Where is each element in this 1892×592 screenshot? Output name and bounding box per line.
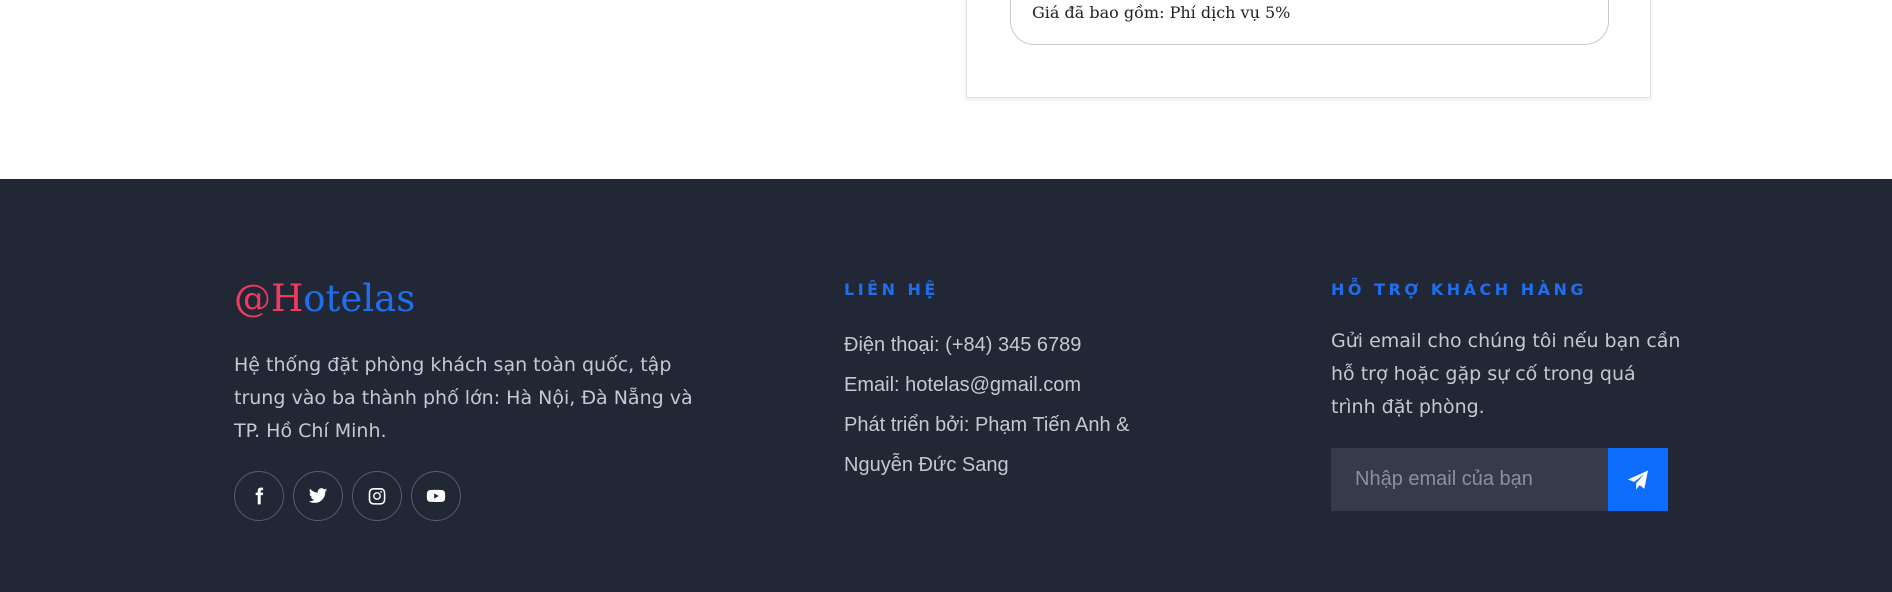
social-links bbox=[234, 471, 461, 521]
subscribe-email-input[interactable] bbox=[1331, 448, 1608, 511]
contact-heading: LIÊN HỆ bbox=[844, 280, 939, 299]
site-footer: @Hotelas Hệ thống đặt phòng khách sạn to… bbox=[0, 179, 1892, 592]
youtube-icon bbox=[426, 489, 446, 503]
contact-list: Điện thoại: (+84) 345 6789 Email: hotela… bbox=[844, 325, 1174, 485]
contact-phone: Điện thoại: (+84) 345 6789 bbox=[844, 334, 1082, 356]
twitter-link[interactable] bbox=[293, 471, 343, 521]
support-heading: HỖ TRỢ KHÁCH HÀNG bbox=[1331, 280, 1588, 299]
subscribe-form bbox=[1331, 448, 1668, 511]
footer-logo[interactable]: @Hotelas bbox=[234, 280, 415, 317]
subscribe-send-button[interactable] bbox=[1608, 448, 1668, 511]
facebook-link[interactable] bbox=[234, 471, 284, 521]
contact-developers: Phát triển bởi: Phạm Tiến Anh & bbox=[844, 414, 1130, 436]
page-content-area: Giá đã bao gồm: Phí dịch vụ 5% bbox=[0, 0, 1892, 179]
instagram-icon bbox=[368, 487, 386, 505]
price-note-box: Giá đã bao gồm: Phí dịch vụ 5% bbox=[1010, 0, 1609, 45]
logo-prefix: @H bbox=[234, 277, 304, 320]
youtube-link[interactable] bbox=[411, 471, 461, 521]
paper-plane-icon bbox=[1628, 470, 1648, 489]
support-description: Gửi email cho chúng tôi nếu bạn cần hỗ t… bbox=[1331, 330, 1681, 418]
contact-email: Email: hotelas@gmail.com bbox=[844, 374, 1082, 396]
logo-suffix: otelas bbox=[303, 277, 416, 320]
price-note: Giá đã bao gồm: Phí dịch vụ 5% bbox=[1032, 3, 1291, 22]
twitter-icon bbox=[308, 488, 328, 503]
booking-summary-card: Giá đã bao gồm: Phí dịch vụ 5% bbox=[966, 0, 1651, 98]
contact-developers-cont: Nguyễn Đức Sang bbox=[844, 454, 1009, 476]
facebook-icon bbox=[255, 487, 264, 505]
instagram-link[interactable] bbox=[352, 471, 402, 521]
brand-description: Hệ thống đặt phòng khách sạn toàn quốc, … bbox=[234, 354, 693, 442]
